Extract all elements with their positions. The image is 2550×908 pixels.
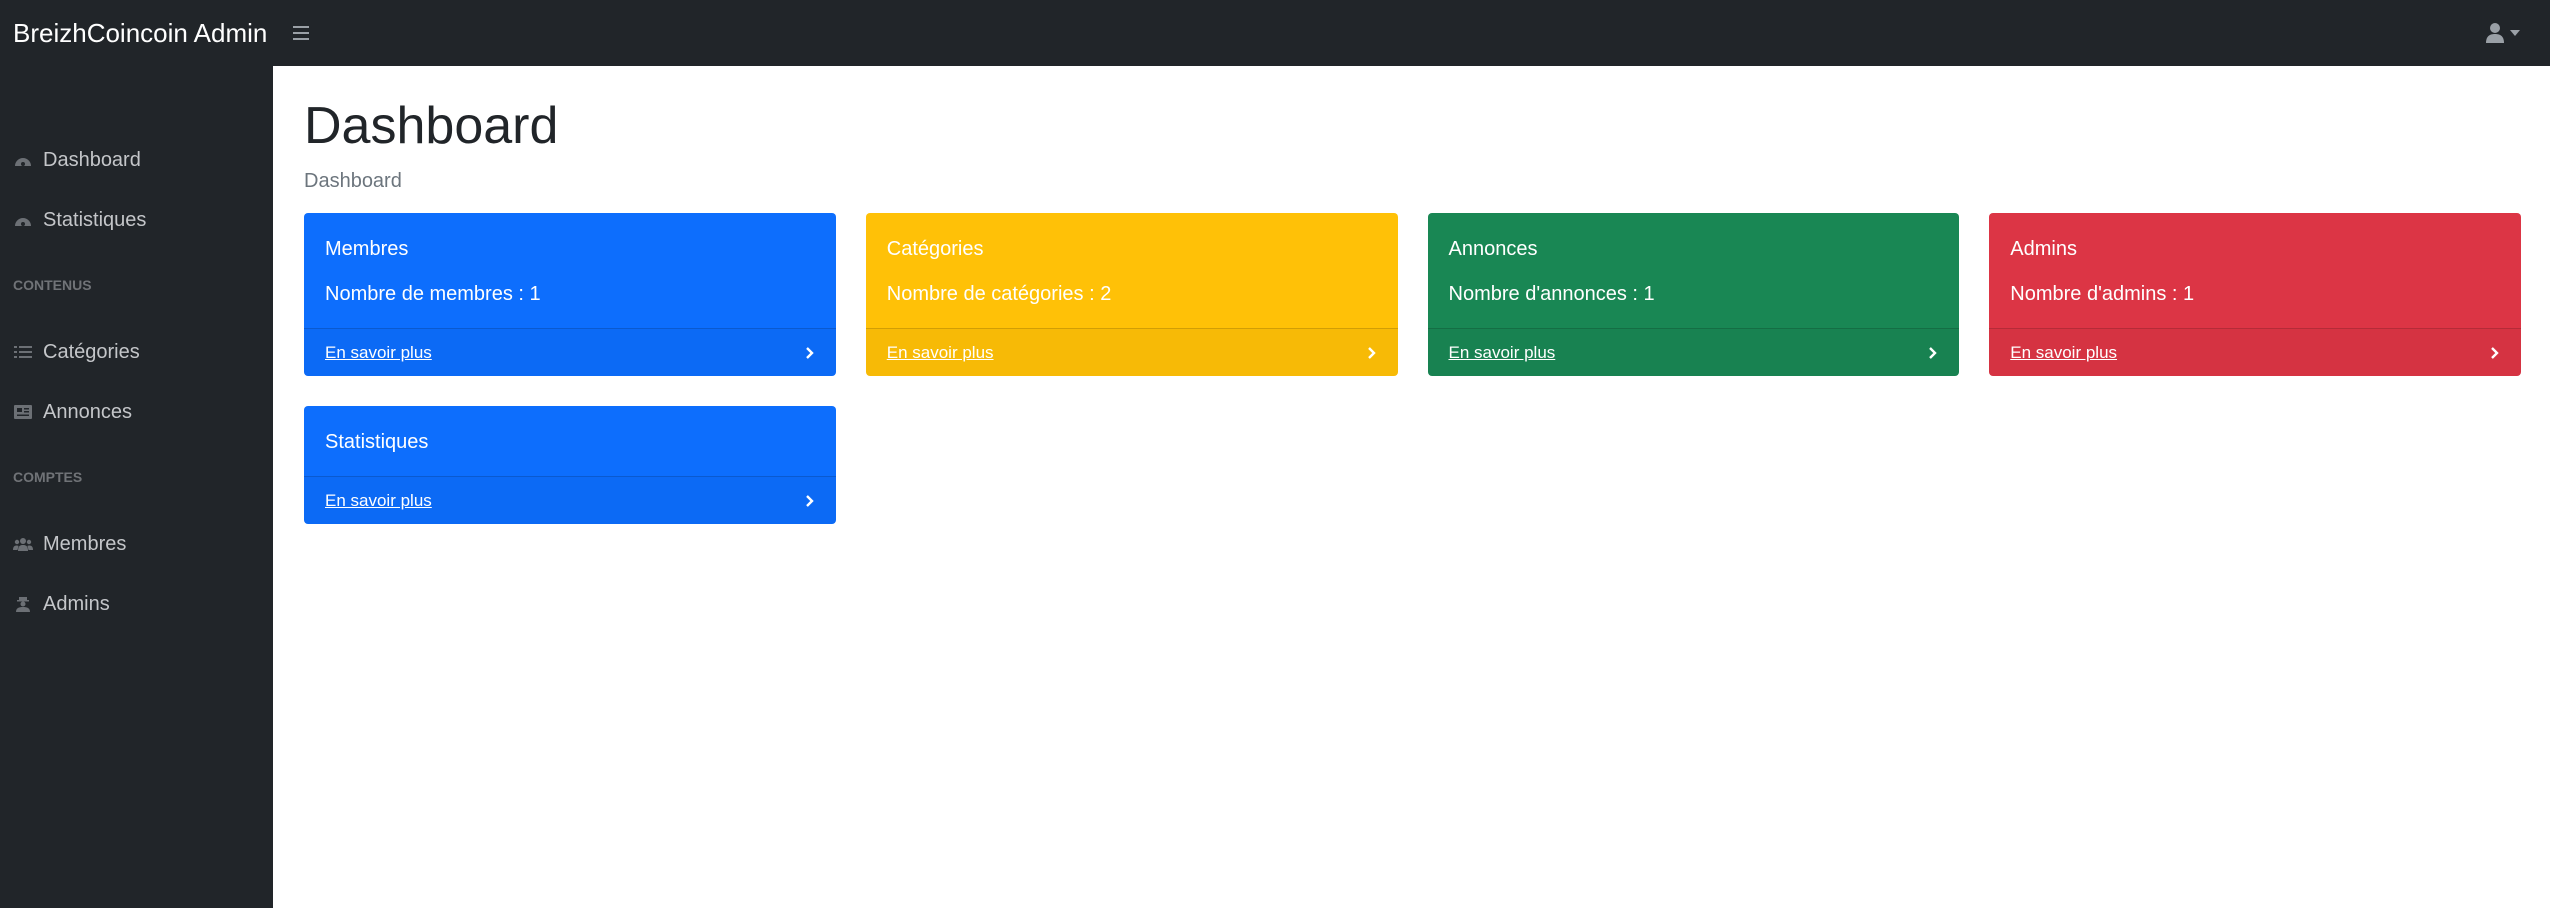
sidebar-heading-contenus: CONTENUS [13, 277, 92, 293]
card-categories: Catégories Nombre de catégories : 2 En s… [865, 213, 1398, 376]
card-title: Statistiques [325, 431, 429, 453]
sidebar-item-statistiques[interactable]: Statistiques [0, 190, 273, 250]
cards-row: Membres Nombre de membres : 1 En savoir … [304, 213, 2521, 376]
top-navbar: BreizhCoincoin Admin [0, 0, 2550, 66]
sidebar-item-label: Dashboard [43, 148, 141, 171]
card-title: Admins [2010, 238, 2077, 260]
page-title: Dashboard [304, 97, 559, 155]
card-admins: Admins Nombre d'admins : 1 En savoir plu… [1989, 213, 2521, 376]
chevron-right-icon [806, 494, 814, 507]
user-secret-icon [13, 595, 33, 613]
user-icon [2486, 23, 2504, 43]
card-title: Catégories [886, 238, 984, 260]
chevron-down-icon [2510, 30, 2520, 36]
hamburger-icon [293, 26, 310, 28]
sidebar-item-dashboard[interactable]: Dashboard [0, 130, 273, 190]
card-title: Annonces [1448, 238, 1538, 260]
sidebar-item-admins[interactable]: Admins [0, 574, 273, 634]
card-count: Nombre d'admins : 1 [2010, 283, 2195, 305]
chevron-right-icon [1367, 346, 1376, 359]
breadcrumb: Dashboard [304, 170, 402, 192]
card-count: Nombre de membres : 1 [325, 283, 541, 305]
card-link-en-savoir-plus[interactable]: En savoir plus [1449, 343, 1556, 363]
hamburger-icon-line [293, 38, 310, 40]
hamburger-icon-line [293, 32, 310, 34]
card-link-en-savoir-plus[interactable]: En savoir plus [325, 343, 432, 363]
card-footer[interactable]: En savoir plus [304, 476, 836, 524]
card-annonces: Annonces Nombre d'annonces : 1 En savoir… [1427, 213, 1960, 376]
chevron-right-icon [1929, 346, 1937, 359]
card-link-en-savoir-plus[interactable]: En savoir plus [887, 343, 994, 363]
card-membres: Membres Nombre de membres : 1 En savoir … [304, 213, 836, 376]
card-statistiques: Statistiques En savoir plus [304, 406, 836, 524]
sidebar: Dashboard Statistiques CONTENUS Catégori… [0, 66, 273, 908]
sidebar-item-label: Annonces [43, 400, 132, 423]
sidebar-toggle-button[interactable] [293, 26, 310, 40]
sidebar-item-membres[interactable]: Membres [0, 514, 273, 574]
user-menu-dropdown[interactable] [2485, 22, 2520, 44]
chevron-right-icon [805, 346, 814, 359]
sidebar-item-label: Catégories [43, 340, 140, 363]
card-count: Nombre d'annonces : 1 [1448, 283, 1655, 305]
sidebar-item-annonces[interactable]: Annonces [0, 382, 273, 442]
main-content: Dashboard Dashboard Membres Nombre de me… [273, 66, 2550, 908]
sidebar-item-label: Admins [43, 592, 110, 615]
sidebar-item-categories[interactable]: Catégories [0, 322, 273, 382]
card-footer[interactable]: En savoir plus [304, 328, 836, 376]
card-footer[interactable]: En savoir plus [1427, 328, 1960, 376]
sidebar-heading-comptes: COMPTES [13, 469, 83, 485]
sidebar-item-label: Statistiques [43, 208, 147, 231]
list-icon [13, 343, 33, 361]
card-footer[interactable]: En savoir plus [1989, 328, 2521, 376]
chevron-right-icon [2491, 346, 2499, 359]
newspaper-icon [13, 403, 33, 421]
cards-row-2: Statistiques En savoir plus [304, 406, 2521, 524]
users-icon [13, 535, 33, 553]
card-title: Membres [325, 238, 409, 260]
dashboard-icon [13, 151, 33, 169]
card-footer[interactable]: En savoir plus [865, 328, 1398, 376]
navbar-brand[interactable]: BreizhCoincoin Admin [13, 18, 267, 49]
dashboard-icon [13, 211, 33, 229]
card-count: Nombre de catégories : 2 [886, 283, 1112, 305]
sidebar-item-label: Membres [43, 532, 127, 555]
card-link-en-savoir-plus[interactable]: En savoir plus [325, 491, 432, 511]
card-link-en-savoir-plus[interactable]: En savoir plus [2010, 343, 2117, 363]
